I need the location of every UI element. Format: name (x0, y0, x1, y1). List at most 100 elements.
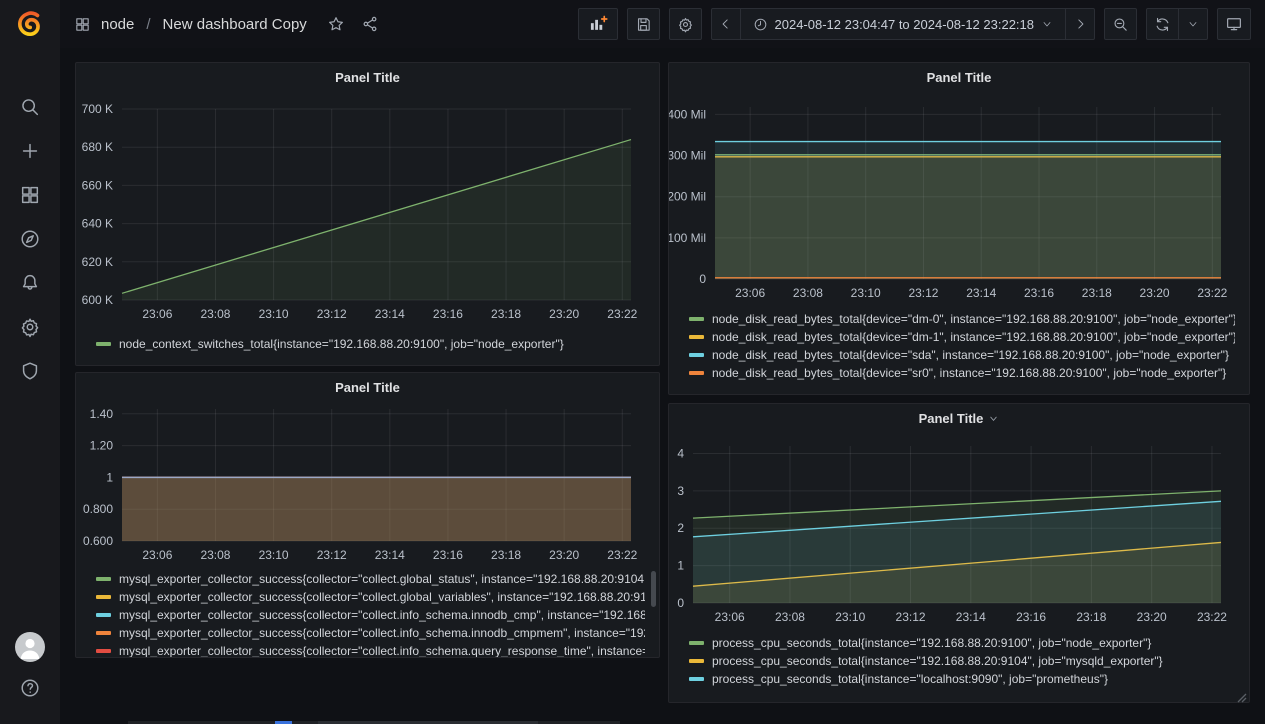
legend-item[interactable]: mysql_exporter_collector_success{collect… (96, 570, 645, 588)
legend-item[interactable]: node_disk_read_bytes_total{device="sr0",… (689, 364, 1235, 382)
legend-series-label[interactable]: mysql_exporter_collector_success{collect… (119, 608, 645, 622)
legend-item[interactable]: process_cpu_seconds_total{instance="192.… (689, 652, 1235, 670)
alerting-bell-icon[interactable] (18, 271, 42, 295)
legend-item[interactable]: mysql_exporter_collector_success{collect… (96, 588, 645, 606)
legend-item[interactable]: mysql_exporter_collector_success{collect… (96, 642, 645, 657)
star-icon[interactable] (327, 15, 345, 33)
chevron-down-icon (1041, 18, 1053, 30)
svg-text:100 Mil: 100 Mil (669, 231, 706, 245)
svg-text:1: 1 (677, 559, 684, 573)
grafana-logo[interactable] (15, 9, 45, 39)
svg-text:23:14: 23:14 (966, 286, 996, 300)
svg-text:4: 4 (677, 446, 684, 460)
breadcrumb-title[interactable]: New dashboard Copy (163, 16, 307, 33)
legend-series-dash (689, 371, 704, 375)
explore-compass-icon[interactable] (18, 227, 42, 251)
legend-series-label[interactable]: process_cpu_seconds_total{instance="192.… (712, 654, 1163, 668)
legend-series-label[interactable]: process_cpu_seconds_total{instance="loca… (712, 672, 1108, 686)
refresh-button[interactable] (1146, 8, 1179, 40)
svg-text:23:18: 23:18 (1082, 286, 1112, 300)
legend-series-label[interactable]: mysql_exporter_collector_success{collect… (119, 626, 645, 640)
svg-text:23:16: 23:16 (433, 307, 463, 321)
svg-text:1: 1 (106, 470, 113, 484)
svg-text:400 Mil: 400 Mil (669, 107, 706, 121)
refresh-group (1146, 8, 1208, 40)
user-avatar[interactable] (15, 632, 45, 662)
svg-text:23:18: 23:18 (491, 307, 521, 321)
create-plus-icon[interactable] (18, 139, 42, 163)
legend-series-label[interactable]: mysql_exporter_collector_success{collect… (119, 644, 645, 657)
svg-text:23:08: 23:08 (200, 307, 230, 321)
svg-text:23:06: 23:06 (715, 610, 745, 624)
panel-legend: process_cpu_seconds_total{instance="192.… (669, 633, 1249, 702)
legend-item[interactable]: node_disk_read_bytes_total{device="sda",… (689, 346, 1235, 364)
svg-text:1.20: 1.20 (90, 439, 114, 453)
legend-item[interactable]: mysql_exporter_collector_success{collect… (96, 624, 645, 642)
panel-title[interactable]: Panel Title (76, 373, 659, 401)
legend-series-label[interactable]: node_disk_read_bytes_total{device="sda",… (712, 348, 1229, 362)
refresh-interval-dropdown[interactable] (1178, 8, 1208, 40)
legend-series-label[interactable]: process_cpu_seconds_total{instance="192.… (712, 636, 1151, 650)
svg-text:23:22: 23:22 (607, 548, 637, 562)
legend-series-dash (96, 577, 111, 581)
legend-scrollbar[interactable] (651, 571, 656, 607)
svg-text:660 K: 660 K (82, 178, 113, 192)
legend-item[interactable]: process_cpu_seconds_total{instance="loca… (689, 670, 1235, 688)
svg-text:23:12: 23:12 (908, 286, 938, 300)
legend-series-label[interactable]: node_disk_read_bytes_total{device="sr0",… (712, 366, 1226, 380)
share-icon[interactable] (361, 15, 379, 33)
dashboards-icon[interactable] (18, 183, 42, 207)
time-range-button[interactable]: 2024-08-12 23:04:47 to 2024-08-12 23:22:… (740, 8, 1067, 40)
svg-text:23:06: 23:06 (142, 307, 172, 321)
svg-text:2: 2 (677, 521, 684, 535)
legend-series-dash (96, 649, 111, 653)
panel-title[interactable]: Panel Title (76, 63, 659, 91)
legend-series-dash (689, 335, 704, 339)
svg-text:23:16: 23:16 (1016, 610, 1046, 624)
legend-series-label[interactable]: node_disk_read_bytes_total{device="dm-1"… (712, 330, 1235, 344)
panel-resize-handle[interactable] (1237, 690, 1247, 700)
dashboard-settings-button[interactable] (669, 8, 702, 40)
legend-item[interactable]: node_disk_read_bytes_total{device="dm-0"… (689, 310, 1235, 328)
time-shift-back-button[interactable] (711, 8, 741, 40)
server-admin-shield-icon[interactable] (18, 359, 42, 383)
search-icon[interactable] (18, 95, 42, 119)
chart-plot-area[interactable]: 0.6000.80011.201.4023:0623:0823:1023:122… (76, 401, 659, 569)
panel-menu-caret-icon (988, 413, 999, 424)
help-icon[interactable] (18, 676, 42, 700)
panel-title-with-menu[interactable]: Panel Title (669, 404, 1249, 432)
legend-series-dash (689, 677, 704, 681)
svg-text:23:16: 23:16 (433, 548, 463, 562)
svg-text:200 Mil: 200 Mil (669, 190, 706, 204)
legend-item[interactable]: node_disk_read_bytes_total{device="dm-1"… (689, 328, 1235, 346)
legend-item[interactable]: process_cpu_seconds_total{instance="192.… (689, 634, 1235, 652)
legend-series-label[interactable]: mysql_exporter_collector_success{collect… (119, 572, 644, 586)
svg-text:0.600: 0.600 (83, 534, 113, 548)
cycle-view-mode-button[interactable] (1217, 8, 1251, 40)
svg-text:620 K: 620 K (82, 255, 113, 269)
sidebar (0, 0, 60, 724)
breadcrumb-section[interactable]: node (101, 16, 134, 33)
time-shift-forward-button[interactable] (1065, 8, 1095, 40)
chart-plot-area[interactable]: 600 K620 K640 K660 K680 K700 K23:0623:08… (76, 91, 659, 334)
add-panel-button[interactable] (578, 8, 618, 40)
panel-title[interactable]: Panel Title (669, 63, 1249, 91)
legend-series-dash (689, 317, 704, 321)
panel-context-switches: Panel Title 600 K620 K640 K660 K680 K700… (75, 62, 660, 366)
svg-text:23:14: 23:14 (375, 548, 405, 562)
legend-item[interactable]: node_context_switches_total{instance="19… (96, 335, 645, 353)
configuration-gear-icon[interactable] (18, 315, 42, 339)
chart-plot-area[interactable]: 0100 Mil200 Mil300 Mil400 Mil23:0623:082… (669, 91, 1249, 309)
svg-text:23:12: 23:12 (317, 548, 347, 562)
legend-series-label[interactable]: node_context_switches_total{instance="19… (119, 337, 564, 351)
svg-text:23:10: 23:10 (851, 286, 881, 300)
chart-svg: 0.6000.80011.201.4023:0623:0823:1023:122… (76, 401, 659, 569)
svg-text:23:22: 23:22 (607, 307, 637, 321)
legend-item[interactable]: mysql_exporter_collector_success{collect… (96, 606, 645, 624)
zoom-out-button[interactable] (1104, 8, 1137, 40)
legend-series-label[interactable]: node_disk_read_bytes_total{device="dm-0"… (712, 312, 1235, 326)
legend-series-label[interactable]: mysql_exporter_collector_success{collect… (119, 590, 645, 604)
chart-plot-area[interactable]: 0123423:0623:0823:1023:1223:1423:1623:18… (669, 432, 1249, 633)
save-dashboard-button[interactable] (627, 8, 660, 40)
svg-text:1.40: 1.40 (90, 407, 114, 421)
